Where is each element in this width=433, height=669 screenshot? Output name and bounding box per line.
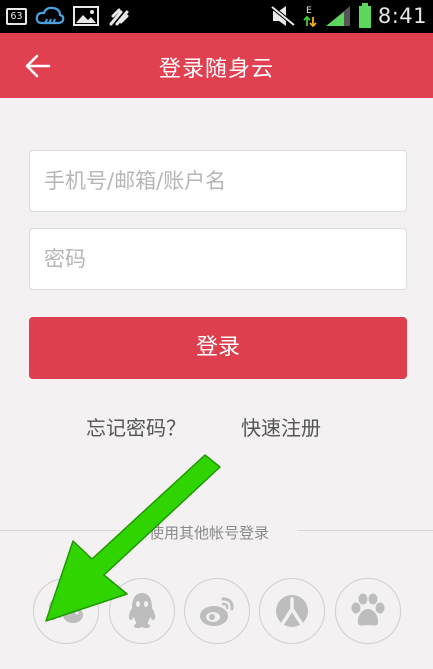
weibo-icon	[200, 597, 234, 626]
renren-login-button[interactable]	[259, 578, 325, 644]
status-bar: 63 E 8:41	[0, 0, 433, 33]
wechat-icon	[49, 596, 85, 625]
qq-icon	[128, 593, 156, 628]
baidu-login-button[interactable]	[335, 578, 401, 644]
cloud-icon	[35, 6, 65, 25]
status-bar-right: E 8:41	[270, 3, 427, 29]
divider-left	[0, 530, 120, 531]
username-input[interactable]	[30, 151, 406, 211]
divider-right	[297, 530, 433, 531]
mute-icon	[270, 5, 296, 27]
svg-text:E: E	[306, 6, 312, 16]
battery-icon	[358, 3, 371, 28]
page-title: 登录随身云	[158, 57, 274, 82]
signal-icon	[325, 6, 350, 26]
qq-login-button[interactable]	[109, 578, 175, 644]
header-bar: 登录随身云	[0, 33, 433, 98]
status-bar-left: 63	[6, 4, 131, 28]
password-field[interactable]	[29, 228, 407, 290]
weibo-login-button[interactable]	[184, 578, 250, 644]
login-button[interactable]: 登录	[29, 317, 407, 379]
password-input[interactable]	[30, 229, 406, 289]
login-screen: 63 E 8:41 登录随身云 手机号/邮箱/账户名 登录 忘记密码？ 快速注册…	[0, 0, 433, 669]
quick-register-link[interactable]: 快速注册	[241, 412, 321, 441]
renren-icon	[276, 595, 308, 627]
other-login-label: 使用其他帐号登录	[148, 524, 269, 542]
notification-badge-icon: 63	[6, 7, 27, 25]
image-icon	[73, 6, 99, 26]
forgot-password-link[interactable]: 忘记密码？	[86, 412, 186, 441]
baidu-icon	[351, 593, 385, 626]
data-transfer-icon: E	[303, 6, 317, 28]
wechat-login-button[interactable]	[33, 578, 99, 644]
username-field[interactable]	[29, 150, 407, 212]
status-time: 8:41	[377, 4, 427, 28]
usb-icon	[109, 8, 129, 26]
